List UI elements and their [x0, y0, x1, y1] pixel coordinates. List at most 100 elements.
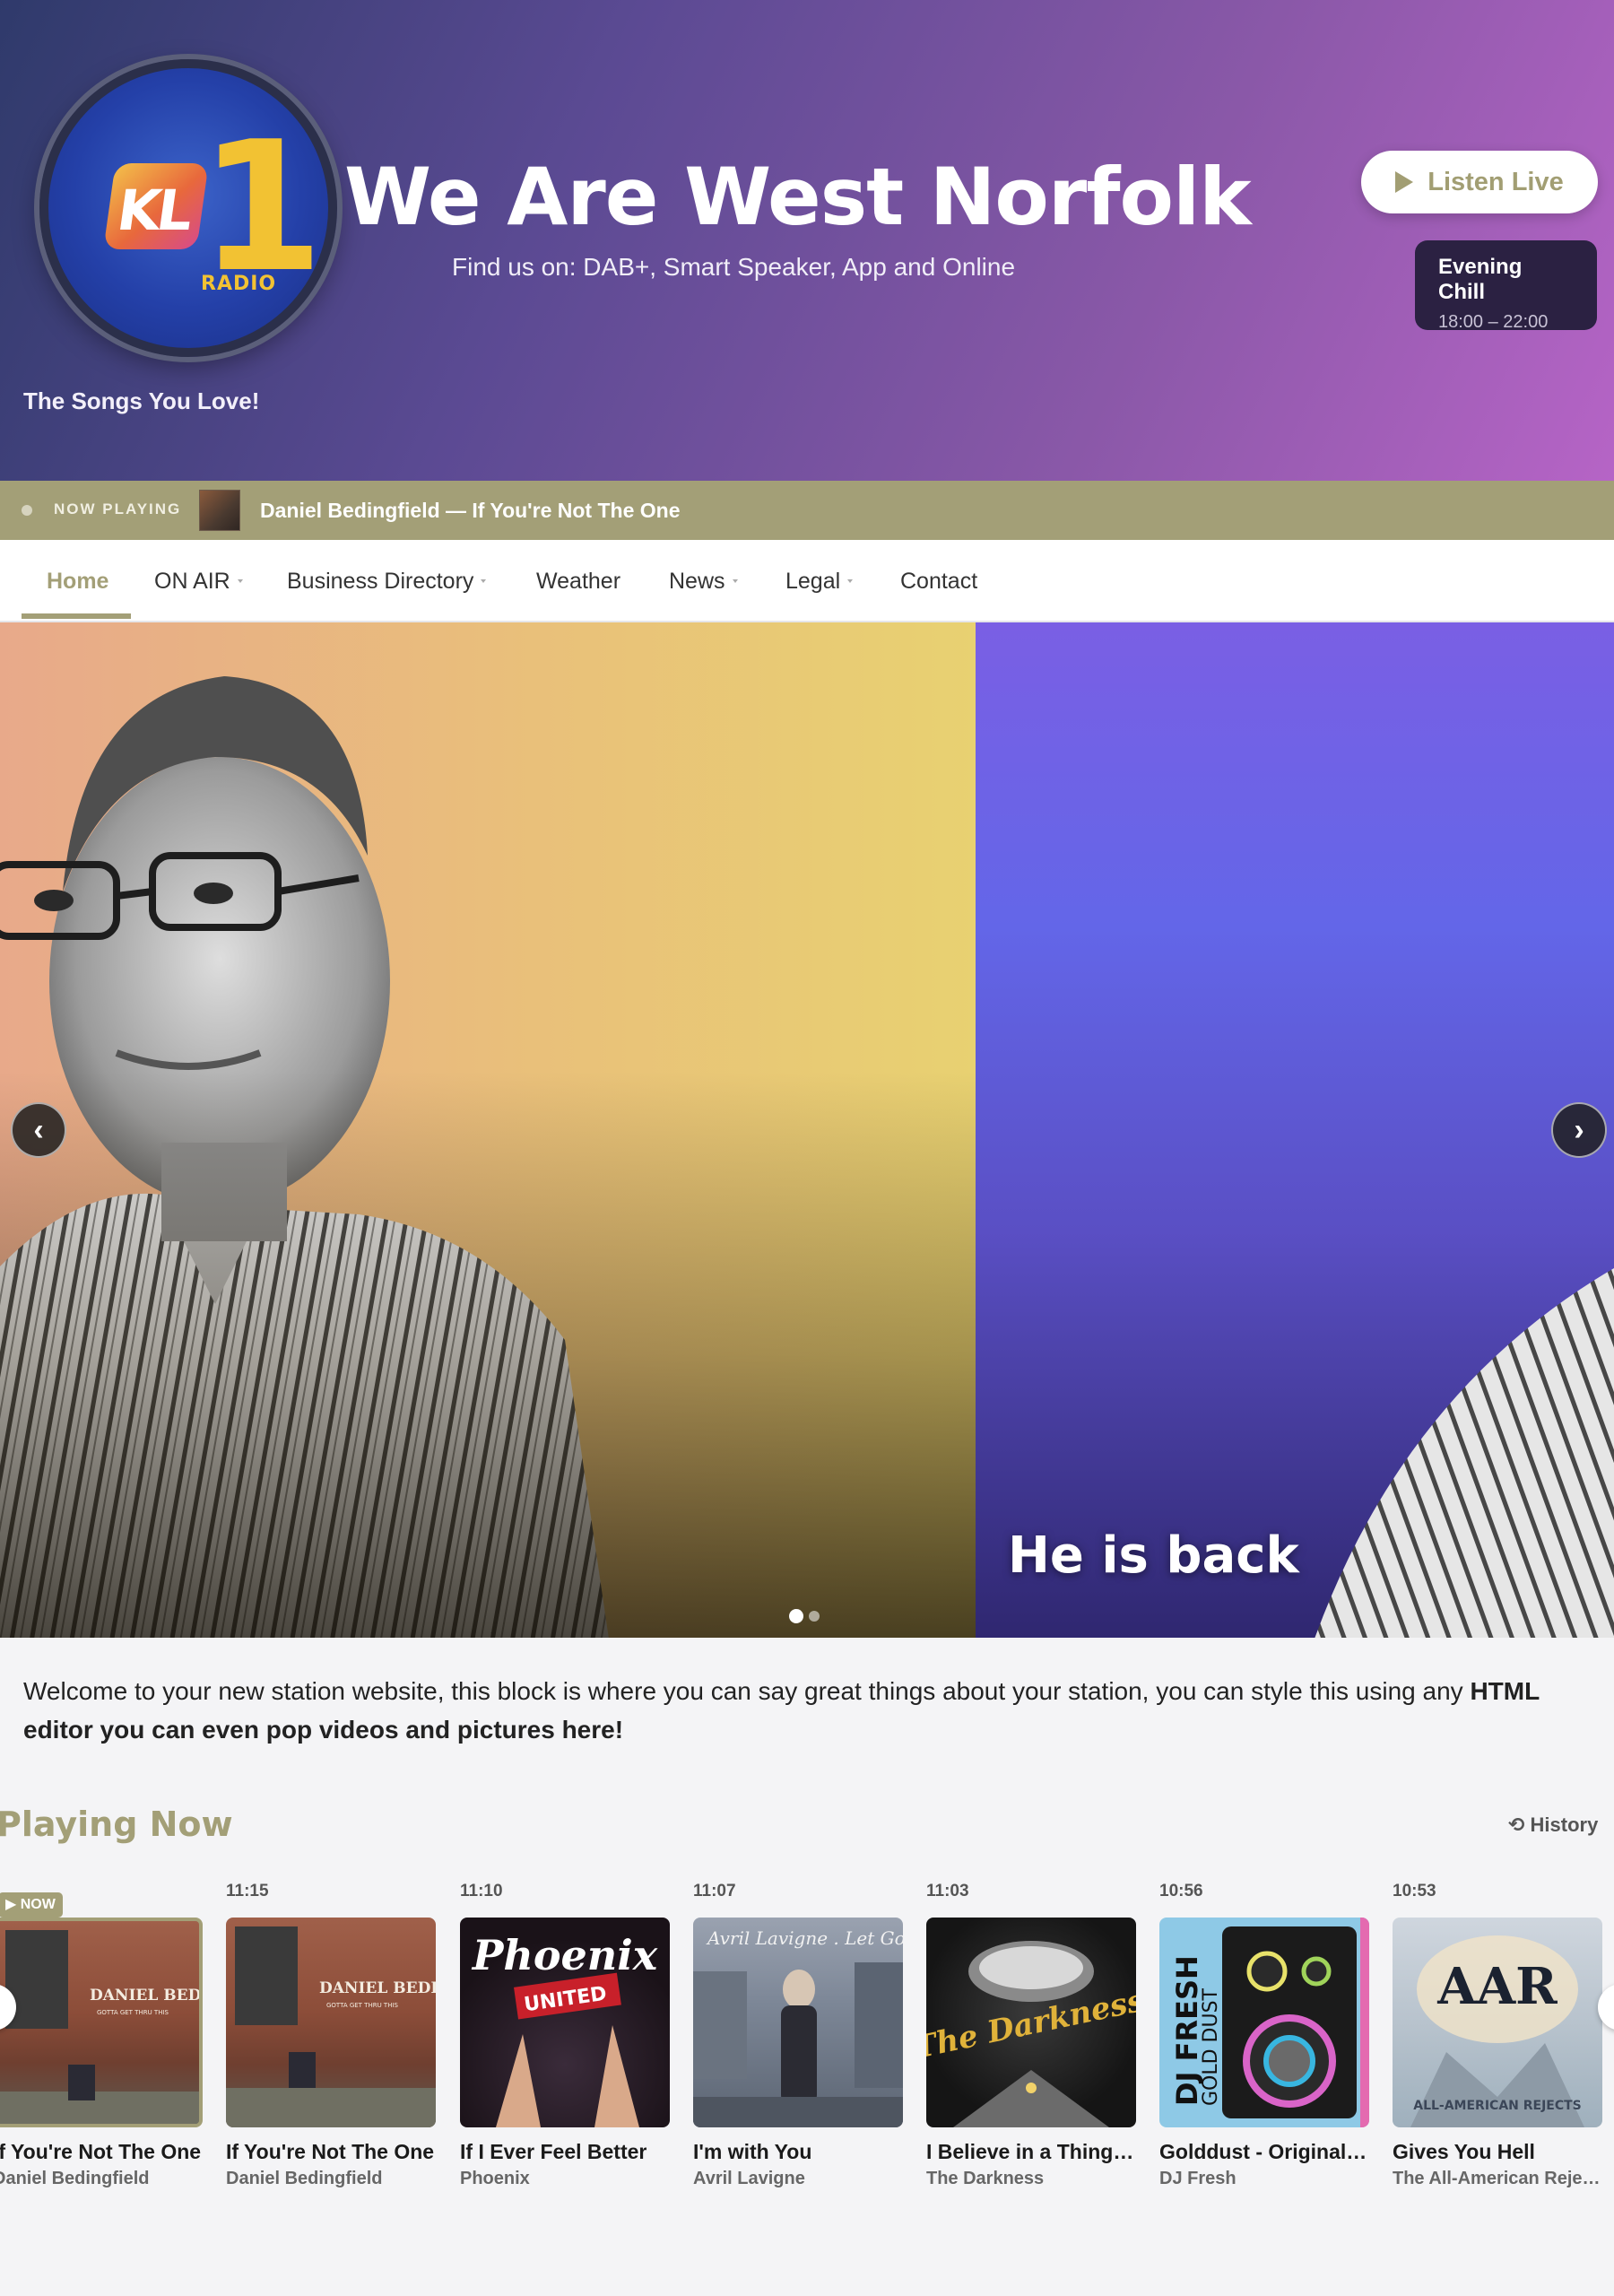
album-art: DANIEL BEDINGFIELD GOTTA GET THRU THIS: [226, 1918, 436, 2127]
track-title: Golddust - Original Mix: [1159, 2140, 1369, 2163]
logo-kl-badge: KL: [103, 163, 209, 249]
album-art: Avril Lavigne . Let Go: [693, 1918, 903, 2127]
track-card[interactable]: 10:56 DJ FRESH GOLD DUST Golddust - Orig…: [1159, 1882, 1369, 2188]
track-time: [0, 1882, 203, 1903]
chevron-left-icon: ‹: [33, 1112, 44, 1147]
album-art-text: AAR: [1436, 1957, 1558, 2016]
logo-number: 1: [199, 103, 325, 312]
site-title: We Are West Norfolk: [344, 151, 1252, 243]
logo-radio-text: RADIO: [201, 273, 277, 295]
show-hours: 18:00 – 22:00: [1438, 312, 1549, 332]
track-title: If You're Not The One: [0, 2140, 202, 2163]
track-artist: The Darkness: [926, 2169, 1045, 2188]
presenter-photo-partial: [1315, 1268, 1614, 1638]
track-time: 11:03: [926, 1882, 969, 1900]
caret-down-icon: [732, 579, 738, 583]
carousel-dots: [789, 1609, 820, 1623]
main-nav: Home ON AIR Business Directory Weather N…: [0, 540, 1614, 622]
track-title: I Believe in a Thing Called Love: [926, 2140, 1136, 2163]
album-art-text: DANIEL BEDINGFIELD: [319, 1979, 436, 1997]
track-card[interactable]: 11:10 Phoenix UNITED If I Ever Feel Bett…: [460, 1882, 670, 2188]
album-art-subtext: GOTTA GET THRU THIS: [97, 2009, 169, 2016]
site-header: KL 1 RADIO We Are West Norfolk Find us o…: [0, 0, 1614, 481]
nav-item-business-directory[interactable]: Business Directory: [287, 540, 487, 622]
track-card[interactable]: DANIEL BEDINGFIELD GOTTA GET THRU THIS I…: [0, 1882, 203, 2188]
album-art: The Darkness: [926, 1918, 1136, 2127]
caret-down-icon: [481, 579, 487, 583]
album-art-text: DANIEL BEDINGFIELD: [90, 1987, 203, 2005]
track-card[interactable]: 11:15 DANIEL BEDINGFIELD GOTTA GET THRU …: [226, 1882, 436, 2188]
hero-shade-overlay: [0, 1071, 976, 1638]
nav-item-contact[interactable]: Contact: [900, 540, 977, 622]
history-icon: ⟲: [1508, 1813, 1531, 1836]
hero-carousel: He is back ‹ ›: [0, 622, 1614, 1638]
album-art: Phoenix UNITED: [460, 1918, 670, 2127]
track-title: If You're Not The One: [226, 2140, 435, 2163]
track-artist: DJ Fresh: [1159, 2169, 1237, 2188]
listen-live-button[interactable]: Listen Live: [1361, 151, 1598, 213]
album-art: DANIEL BEDINGFIELD GOTTA GET THRU THIS: [0, 1918, 203, 2127]
nav-label: Business Directory: [287, 568, 474, 594]
nav-item-news[interactable]: News: [669, 540, 738, 622]
track-artist: Daniel Bedingfield: [226, 2169, 383, 2188]
album-art: AAR ALL-AMERICAN REJECTS: [1393, 1918, 1602, 2127]
nav-item-weather[interactable]: Weather: [536, 540, 620, 622]
playing-now-title: Playing Now: [0, 1805, 233, 1844]
listen-live-label: Listen Live: [1427, 167, 1564, 196]
track-artist: Phoenix: [460, 2169, 530, 2188]
track-card[interactable]: 10:53 AAR ALL-AMERICAN REJECTS Gives You…: [1393, 1882, 1602, 2188]
chevron-right-icon: ›: [1574, 1112, 1584, 1147]
album-art-subtext: GOLD DUST: [1200, 1987, 1222, 2106]
track-card[interactable]: 11:03 The Darkness I Believe in a Thing …: [926, 1882, 1136, 2188]
carousel-dot[interactable]: [809, 1611, 820, 1622]
history-label: History: [1530, 1813, 1599, 1836]
site-subtitle: Find us on: DAB+, Smart Speaker, App and…: [452, 253, 1016, 281]
nav-label: Weather: [536, 568, 621, 594]
logo-kl-text: KL: [113, 178, 195, 243]
caret-down-icon: [237, 579, 243, 583]
carousel-dot-active[interactable]: [789, 1609, 803, 1623]
track-time: 11:10: [460, 1882, 503, 1900]
track-time: 11:07: [693, 1882, 736, 1900]
track-card[interactable]: 11:07 Avril Lavigne . Let Go I'm with Yo…: [693, 1882, 903, 2188]
nav-active-indicator: [22, 613, 131, 619]
nav-item-legal[interactable]: Legal: [785, 540, 854, 622]
now-playing-track[interactable]: Daniel Bedingfield — If You're Not The O…: [260, 499, 681, 523]
carousel-next-button[interactable]: ›: [1551, 1102, 1607, 1158]
track-title: I'm with You: [693, 2140, 812, 2163]
track-title: Gives You Hell: [1393, 2140, 1535, 2163]
track-artist: The All-American Rejects: [1393, 2169, 1602, 2188]
nav-label: Contact: [900, 568, 978, 594]
track-artist: Avril Lavigne: [693, 2169, 805, 2188]
nav-label: Legal: [785, 568, 841, 594]
now-playing-bar: NOW PLAYING Daniel Bedingfield — If You'…: [0, 481, 1614, 540]
track-title: If I Ever Feel Better: [460, 2140, 647, 2163]
play-icon: [1395, 171, 1414, 193]
album-art-subtext: GOTTA GET THRU THIS: [326, 2002, 399, 2009]
track-artist: Daniel Bedingfield: [0, 2169, 150, 2188]
track-time: 10:56: [1159, 1882, 1203, 1900]
now-playing-label: NOW PLAYING: [54, 500, 182, 517]
album-art: DJ FRESH GOLD DUST: [1159, 1918, 1369, 2127]
history-link[interactable]: ⟲ History: [1508, 1813, 1598, 1837]
welcome-text: Welcome to your new station website, thi…: [23, 1672, 1592, 1749]
carousel-prev-button[interactable]: ‹: [11, 1102, 66, 1158]
album-art-text: Phoenix: [471, 1931, 658, 1979]
nav-item-on-air[interactable]: ON AIR: [154, 540, 243, 622]
caret-down-icon: [847, 579, 854, 583]
show-name: Evening Chill: [1438, 255, 1523, 304]
album-art-subtext: ALL-AMERICAN REJECTS: [1413, 2099, 1582, 2113]
site-tagline: The Songs You Love!: [23, 387, 260, 414]
nav-label: News: [669, 568, 725, 594]
welcome-body: Welcome to your new station website, thi…: [23, 1677, 1471, 1705]
hero-caption[interactable]: He is back: [1008, 1526, 1299, 1585]
current-show-card[interactable]: Evening Chill 18:00 – 22:00: [1415, 240, 1597, 332]
nav-label: Home: [47, 568, 109, 594]
nav-item-home[interactable]: Home: [47, 540, 108, 622]
track-time: 10:53: [1393, 1882, 1436, 1900]
album-art-text: Avril Lavigne . Let Go: [706, 1927, 903, 1949]
station-logo[interactable]: KL 1 RADIO: [39, 59, 337, 357]
now-playing-thumbnail: [199, 490, 240, 531]
nav-label: ON AIR: [154, 568, 230, 594]
track-time: 11:15: [226, 1882, 269, 1900]
